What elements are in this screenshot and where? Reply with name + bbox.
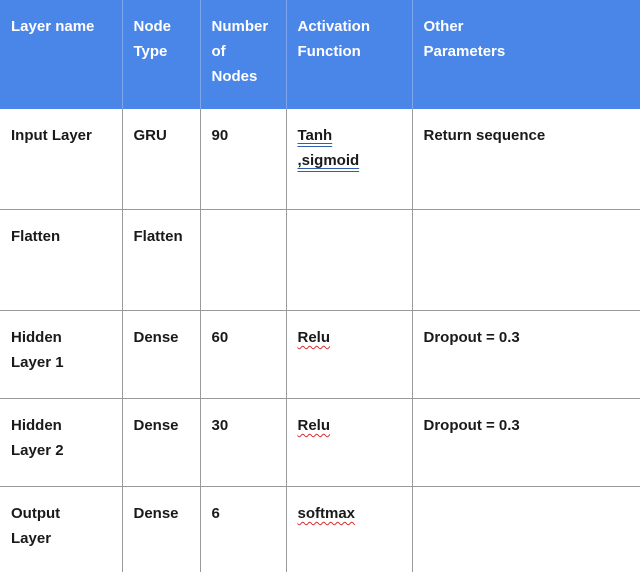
header-other-parameters: Other Parameters (412, 0, 640, 109)
cell-layer-name: Hidden Layer 1 (0, 310, 123, 399)
cell-node-type: Dense (122, 486, 201, 572)
header-row: Layer name Node Type Number of Nodes Act… (0, 0, 640, 109)
cell-layer-name-line1: Hidden (11, 417, 62, 434)
header-other-line2: Parameters (423, 43, 506, 60)
cell-activation: Relu (286, 398, 413, 487)
cell-nodes: 60 (200, 310, 287, 399)
cell-activation: softmax (286, 486, 413, 572)
cell-layer-name: Flatten (0, 209, 123, 311)
header-node-type-line1: Node (133, 18, 172, 35)
activation-line1: Relu (297, 329, 331, 346)
table-row: Hidden Layer 1 Dense 60 Relu Dropout = 0… (0, 310, 640, 399)
layer-table: Layer name Node Type Number of Nodes Act… (0, 0, 640, 572)
header-node-type-line2: Type (133, 43, 168, 60)
header-other-line1: Other (423, 18, 464, 35)
cell-activation: Tanh ,sigmoid (286, 109, 413, 210)
header-number-line1: Number (211, 18, 269, 35)
cell-layer-name-line2: Layer 1 (11, 354, 64, 371)
cell-node-type: Flatten (122, 209, 201, 311)
cell-nodes: 6 (200, 486, 287, 572)
cell-layer-name: Hidden Layer 2 (0, 398, 123, 487)
cell-other: Dropout = 0.3 (412, 398, 640, 487)
activation-line1: Tanh (297, 127, 333, 144)
cell-nodes: 90 (200, 109, 287, 210)
activation-line2: ,sigmoid (297, 152, 360, 169)
cell-other: Dropout = 0.3 (412, 310, 640, 399)
cell-other (412, 487, 640, 573)
table-row: Output Layer Dense 6 softmax (0, 486, 640, 573)
header-node-type: Node Type (122, 0, 201, 109)
header-number-line2: of (211, 43, 226, 60)
activation-line1: softmax (297, 505, 356, 522)
table-row: Input Layer GRU 90 Tanh ,sigmoid Return … (0, 109, 640, 210)
header-activation-line2: Function (297, 43, 361, 60)
cell-layer-name-line2: Layer (11, 530, 52, 547)
cell-layer-name-line2: Layer 2 (11, 442, 64, 459)
cell-layer-name-line1: Output (11, 505, 61, 522)
cell-nodes (200, 209, 287, 311)
header-layer-name: Layer name (0, 0, 123, 109)
header-activation-line1: Activation (297, 18, 371, 35)
cell-layer-name: Output Layer (0, 486, 123, 572)
cell-layer-name-line1: Hidden (11, 329, 62, 346)
header-number-of-nodes: Number of Nodes (200, 0, 287, 109)
cell-node-type: Dense (122, 310, 201, 399)
cell-layer-name-line1: Flatten (11, 228, 61, 245)
activation-line1: Relu (297, 417, 331, 434)
header-activation-function: Activation Function (286, 0, 413, 109)
header-number-line3: Nodes (211, 68, 258, 85)
cell-layer-name-line1: Input Layer (11, 127, 92, 144)
cell-other: Return sequence (412, 109, 640, 210)
cell-activation: Relu (286, 310, 413, 399)
cell-other (412, 209, 640, 311)
cell-activation (286, 209, 413, 311)
cell-nodes: 30 (200, 398, 287, 487)
cell-node-type: GRU (122, 109, 201, 210)
header-layer-name-text: Layer name (11, 18, 95, 35)
table-row: Hidden Layer 2 Dense 30 Relu Dropout = 0… (0, 398, 640, 487)
cell-node-type: Dense (122, 398, 201, 487)
table-row: Flatten Flatten (0, 209, 640, 311)
cell-layer-name: Input Layer (0, 109, 123, 210)
